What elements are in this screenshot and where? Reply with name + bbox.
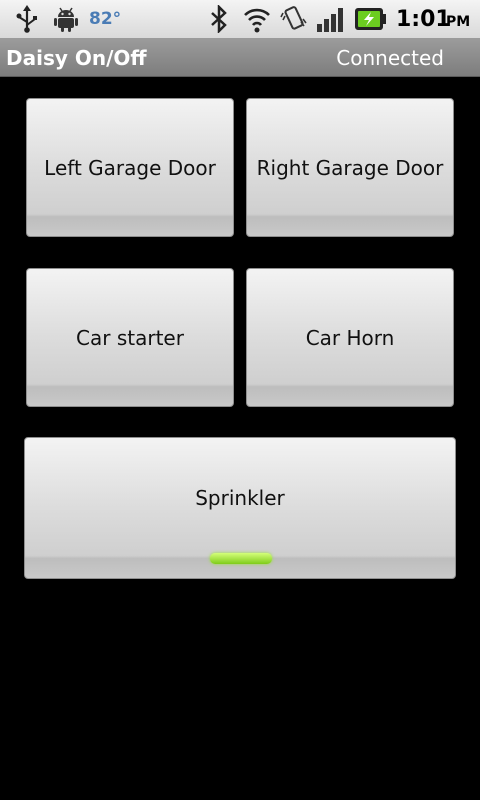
left-garage-door-button[interactable]: Left Garage Door [26,98,234,237]
connection-status: Connected [336,46,444,70]
android-icon [54,7,78,32]
right-garage-door-button[interactable]: Right Garage Door [246,98,454,237]
usb-icon [16,5,37,33]
clock-time: 1:01 [396,7,451,32]
signal-icon [317,8,343,32]
bluetooth-icon [211,5,227,33]
car-starter-label: Car starter [76,325,184,350]
sprinkler-label: Sprinkler [195,486,285,510]
status-bar: 82° 1:01 PM [0,0,480,39]
right-garage-door-label: Right Garage Door [256,155,444,180]
app-title: Daisy On/Off [6,46,147,70]
car-horn-label: Car Horn [305,325,395,350]
vibrate-icon [280,6,307,30]
toggle-on-indicator [210,553,272,564]
clock-ampm: PM [446,14,471,30]
battery-charging-icon [355,8,386,30]
sprinkler-toggle-button[interactable]: Sprinkler [24,437,456,579]
left-garage-door-label: Left Garage Door [44,155,216,180]
car-starter-button[interactable]: Car starter [26,268,234,407]
temperature-label: 82° [89,9,122,29]
title-bar: Daisy On/Off Connected [0,39,480,77]
car-horn-button[interactable]: Car Horn [246,268,454,407]
wifi-icon [244,8,270,33]
